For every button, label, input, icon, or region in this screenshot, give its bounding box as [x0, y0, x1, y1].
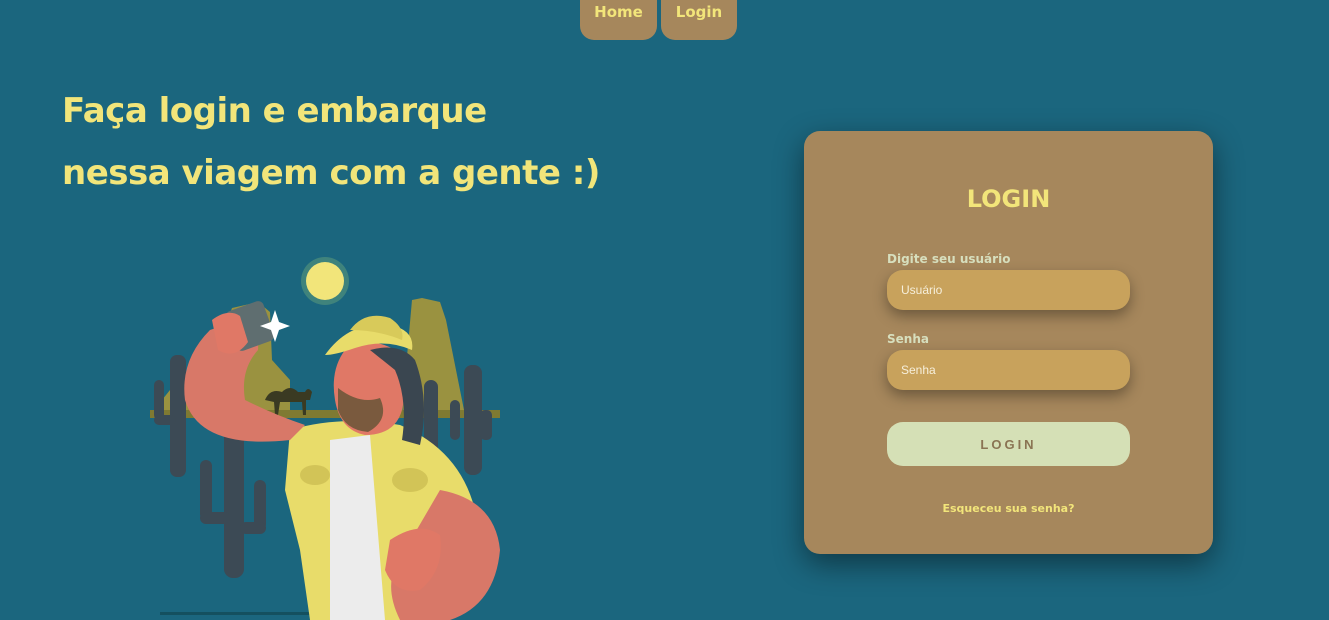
- password-input[interactable]: [887, 350, 1130, 390]
- traveler-illustration-icon: [150, 257, 500, 620]
- traveler-selfie-illustration: [140, 250, 520, 620]
- login-page: Home Login Faça login e embarque nessa v…: [0, 0, 1329, 620]
- username-label: Digite seu usuário: [887, 252, 1011, 266]
- login-title: LOGIN: [966, 185, 1051, 213]
- hero-headline: Faça login e embarque nessa viagem com a…: [62, 80, 600, 204]
- hero-line-1: Faça login e embarque: [62, 91, 487, 131]
- top-nav: Home Login: [580, 0, 737, 40]
- username-input[interactable]: [887, 270, 1130, 310]
- nav-home-button[interactable]: Home: [580, 0, 657, 40]
- nav-login-button[interactable]: Login: [661, 0, 737, 40]
- forgot-password-link[interactable]: Esqueceu sua senha?: [804, 502, 1213, 515]
- login-card: LOGIN Digite seu usuário Senha LOGIN Esq…: [804, 131, 1213, 554]
- hero-line-2: nessa viagem com a gente :): [62, 153, 600, 193]
- password-label: Senha: [887, 332, 929, 346]
- login-submit-button[interactable]: LOGIN: [887, 422, 1130, 466]
